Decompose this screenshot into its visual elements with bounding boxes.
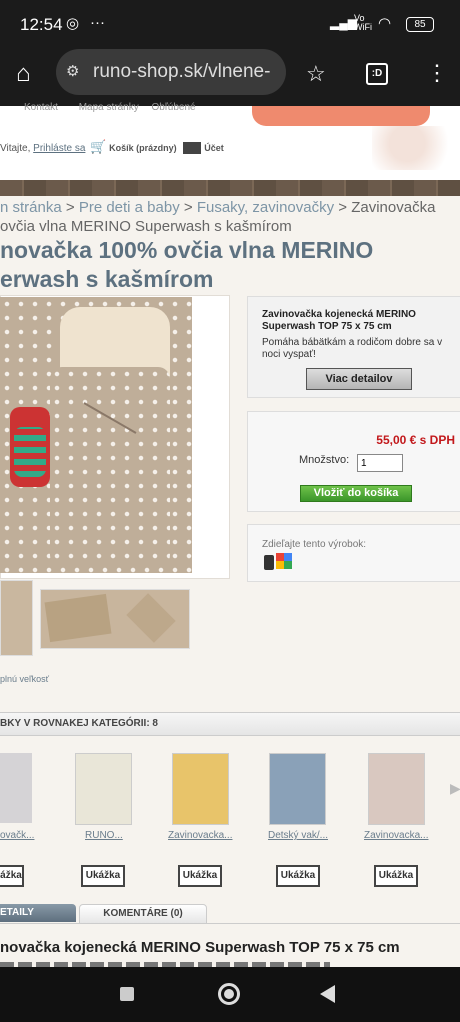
tab-comments[interactable]: KOMENTÁRE (0)	[79, 904, 207, 924]
info-description: Pomáha bábätkám a rodičom dobre sa v noc…	[262, 337, 443, 360]
back-icon[interactable]	[320, 985, 335, 1003]
breadcrumb-home[interactable]: n stránka	[0, 199, 62, 216]
wifi-icon: ◠	[378, 15, 392, 32]
share-box: Zdieľajte tento výrobok:	[247, 524, 460, 582]
status-bar: 12:54 ◎ ··· ▂▄▆ Vo WiFi ◠ 85	[0, 0, 460, 50]
breadcrumb-fusaky[interactable]: Fusaky, zavinovačky	[197, 199, 334, 216]
related-label-3[interactable]: Zavinovacka...	[168, 830, 232, 841]
related-preview-button-4[interactable]: Ukážka	[276, 865, 320, 887]
whatsapp-icon: ◎	[66, 15, 80, 32]
contact-link[interactable]: Kontakt	[24, 102, 58, 113]
thumb-wrap-b	[126, 593, 176, 643]
related-preview-button-5[interactable]: Ukážka	[374, 865, 418, 887]
wood-divider	[0, 180, 460, 196]
description-heading: novačka kojenecká MERINO Superwash TOP 7…	[0, 939, 400, 956]
site-header: Kontakt Mapa stránky Obľúbené Vitajte, P…	[0, 102, 460, 180]
share-label: Zdieľajte tento výrobok:	[262, 539, 367, 550]
related-label-1[interactable]: ovačk...	[0, 830, 34, 841]
favorites-link[interactable]: Obľúbené	[152, 102, 196, 113]
menu-kebab-icon[interactable]: ⋮	[426, 60, 448, 86]
header-banner	[252, 106, 430, 126]
bookmark-star-icon[interactable]: ☆	[306, 61, 326, 87]
share-google-icon[interactable]	[276, 553, 292, 569]
carousel-next-icon[interactable]: ▶	[450, 780, 460, 797]
site-settings-icon[interactable]: ⚙	[66, 62, 79, 80]
welcome-text: Vitajte,	[0, 143, 31, 154]
related-preview-button-2[interactable]: Ukážka	[81, 865, 125, 887]
thumb-wrap-a	[44, 593, 112, 643]
recents-icon[interactable]	[120, 987, 134, 1001]
info-title: Zavinovačka kojenecká MERINO Superwash T…	[262, 309, 416, 332]
battery-icon: 85	[406, 17, 434, 32]
related-label-2[interactable]: RUNO...	[85, 830, 123, 841]
more-details-button[interactable]: Viac detailov	[306, 368, 412, 390]
price-box: 55,00 € s DPH Množstvo: Vložiť do košíka	[247, 411, 460, 512]
login-link[interactable]: Prihláste sa	[33, 143, 85, 154]
address-bar[interactable]: ⚙ runo-shop.sk/vlnene-	[56, 49, 286, 95]
clock: 12:54	[20, 15, 63, 34]
tab-underline	[0, 923, 460, 924]
user-bar: Vitajte, Prihláste sa 🛒 Košík (prázdny) …	[0, 139, 224, 155]
network-label: Vo WiFi	[354, 13, 372, 32]
product-info-box: Zavinovačka kojenecká MERINO Superwash T…	[247, 296, 460, 398]
quantity-input[interactable]	[357, 454, 403, 472]
wrap-body	[50, 367, 170, 567]
breadcrumb-current-cont: ovčia vlna MERINO Superwash s kašmírom	[0, 218, 292, 235]
share-phone-icon[interactable]	[264, 555, 274, 570]
account-link[interactable]: Účet	[204, 143, 224, 153]
gallery-thumb-2[interactable]	[40, 589, 190, 649]
related-thumb-1[interactable]	[0, 753, 32, 823]
quantity-label: Množstvo:	[299, 454, 350, 466]
related-preview-button-1[interactable]: ážka	[0, 865, 24, 887]
title-line-2: erwash s kašmírom	[0, 266, 214, 292]
full-size-link[interactable]: plnú veľkosť	[0, 674, 49, 684]
related-header: BKY V ROVNAKEJ KATEGÓRII: 8	[0, 712, 460, 736]
related-thumb-5[interactable]	[368, 753, 425, 825]
related-thumb-4[interactable]	[269, 753, 326, 825]
gallery-thumb-1[interactable]	[0, 580, 33, 656]
browser-toolbar: ⌂ ⚙ runo-shop.sk/vlnene- ☆ :D ⋮	[0, 49, 460, 106]
add-to-cart-button[interactable]: Vložiť do košíka	[300, 485, 412, 502]
title-line-1: novačka 100% ovčia vlna MERINO	[0, 237, 374, 263]
breadcrumb: n stránka > Pre deti a baby > Fusaky, za…	[0, 198, 460, 236]
android-nav-bar	[0, 967, 460, 1022]
related-preview-button-3[interactable]: Ukážka	[178, 865, 222, 887]
sitemap-link[interactable]: Mapa stránky	[79, 102, 139, 113]
more-notifications-icon: ···	[90, 14, 105, 31]
related-header-label: BKY V ROVNAKEJ KATEGÓRII: 8	[0, 718, 158, 729]
tab-details[interactable]: ETAILY	[0, 904, 76, 922]
breadcrumb-current: Zavinovačka	[351, 199, 436, 216]
product-title: novačka 100% ovčia vlna MERINO erwash s …	[0, 236, 373, 294]
related-thumb-2[interactable]	[75, 753, 132, 825]
related-label-5[interactable]: Zavinovacka...	[364, 830, 428, 841]
related-thumb-3[interactable]	[172, 753, 229, 825]
url-text[interactable]: runo-shop.sk/vlnene-	[93, 61, 283, 83]
price: 55,00 € s DPH	[376, 433, 455, 447]
related-label-4[interactable]: Detský vak/...	[268, 830, 328, 841]
home-icon[interactable]: ⌂	[16, 60, 31, 88]
cart-link[interactable]: Košík (prázdny)	[109, 143, 177, 153]
header-decoration	[372, 126, 460, 170]
account-icon[interactable]	[183, 142, 202, 155]
signal-icon: ▂▄▆	[330, 16, 357, 30]
cart-icon[interactable]: 🛒	[90, 139, 106, 154]
breadcrumb-kids[interactable]: Pre deti a baby	[79, 199, 180, 216]
home-nav-icon[interactable]	[218, 983, 240, 1005]
top-links: Kontakt Mapa stránky Obľúbené	[24, 102, 196, 113]
product-photo[interactable]	[0, 297, 192, 573]
toy-stripes	[14, 427, 46, 477]
tab-switcher-button[interactable]: :D	[366, 63, 388, 85]
